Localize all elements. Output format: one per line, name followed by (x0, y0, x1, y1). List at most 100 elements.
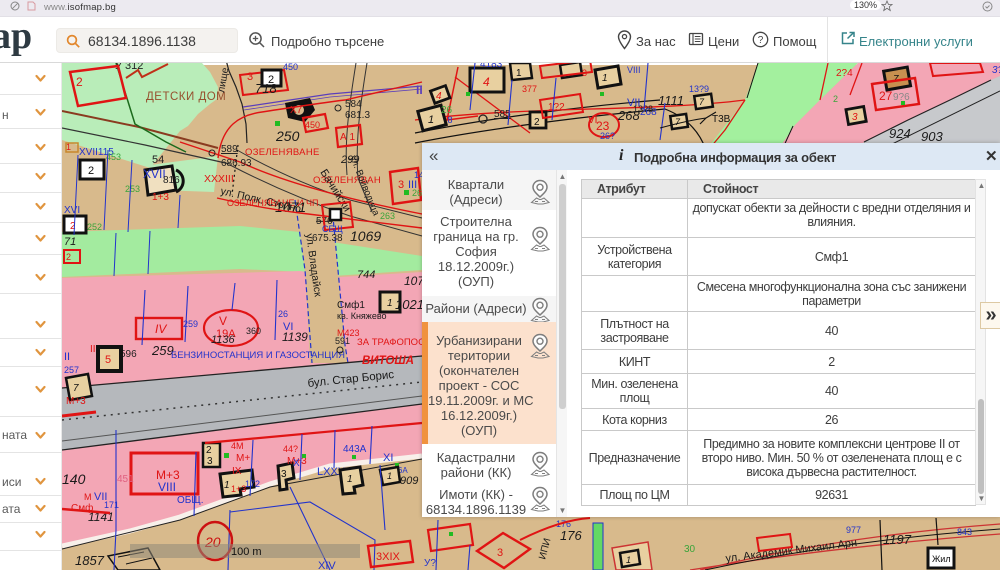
svg-text:977: 977 (846, 525, 861, 535)
svg-text:ОЗЕЛЕНЯВАНЕ: ОЗЕЛЕНЯВАНЕ (245, 147, 320, 158)
svg-text:27: 27 (879, 89, 893, 103)
svg-text:377: 377 (522, 84, 537, 94)
svg-text:2: 2 (76, 75, 83, 89)
svg-text:1: 1 (347, 474, 353, 485)
svg-text:3XIX: 3XIX (376, 551, 401, 563)
svg-text:443А: 443А (343, 444, 367, 455)
svg-text:5: 5 (105, 354, 111, 366)
svg-text:1: 1 (387, 298, 393, 309)
svg-text:30: 30 (684, 544, 696, 555)
svg-text:140: 140 (62, 471, 86, 487)
svg-text:X: X (293, 458, 300, 469)
svg-text:VIII: VIII (158, 480, 176, 494)
svg-text:584: 584 (345, 99, 362, 110)
svg-text:3: 3 (247, 71, 253, 83)
svg-text:Т3В: Т3В (712, 114, 731, 125)
svg-text:2?4: 2?4 (836, 68, 853, 79)
svg-text:БЕНЗИНОСТАНЦИЯ И ГАЗОСТАНЦИЯ: БЕНЗИНОСТАНЦИЯ И ГАЗОСТАНЦИЯ (171, 350, 345, 361)
svg-text:26?: 26? (600, 131, 615, 141)
svg-text:250: 250 (275, 128, 300, 144)
svg-text:1069: 1069 (350, 228, 381, 244)
svg-text:4М: 4М (231, 441, 244, 451)
svg-text:257: 257 (64, 365, 79, 375)
svg-text:IX: IX (232, 466, 242, 477)
svg-text:3: 3 (852, 112, 858, 123)
svg-text:450: 450 (283, 63, 298, 72)
svg-text:3?: 3? (992, 65, 1000, 76)
svg-text:XI: XI (383, 452, 393, 464)
svg-text:Жил: Жил (932, 554, 951, 564)
svg-text:1: 1 (602, 73, 608, 84)
svg-text:2: 2 (833, 94, 838, 104)
svg-text:451: 451 (117, 474, 134, 485)
svg-text:М+3: М+3 (66, 396, 86, 407)
svg-text:VIII: VIII (627, 65, 641, 75)
svg-text:263: 263 (380, 211, 395, 221)
svg-text:681.3: 681.3 (345, 110, 370, 121)
svg-text:СБЩ: СБЩ (322, 224, 343, 234)
svg-text:1139: 1139 (282, 330, 308, 344)
svg-text:3: 3 (398, 179, 404, 191)
svg-text:?: ? (758, 35, 764, 46)
svg-text:924: 924 (889, 126, 911, 141)
svg-text:II: II (416, 83, 423, 97)
svg-text:718: 718 (255, 81, 277, 96)
svg-text:1?2: 1?2 (548, 102, 565, 113)
svg-text:ЗА ТРАФОПОС: ЗА ТРАФОПОС (357, 337, 425, 348)
svg-text:299: 299 (340, 154, 359, 166)
svg-text:4: 4 (436, 91, 442, 102)
svg-text:ДЕТСКИ ДОМ: ДЕТСКИ ДОМ (146, 91, 226, 103)
svg-text:А 1: А 1 (340, 132, 355, 143)
svg-text:ОБЩ.: ОБЩ. (177, 495, 204, 506)
svg-text:744: 744 (357, 269, 375, 281)
svg-text:172: 172 (245, 479, 260, 489)
svg-text:1: 1 (224, 480, 230, 491)
svg-text:XVI: XVI (64, 205, 80, 216)
svg-text:253: 253 (125, 184, 140, 194)
svg-text:171: 171 (104, 500, 119, 510)
svg-text:843: 843 (957, 527, 972, 537)
svg-text:1021: 1021 (395, 297, 424, 312)
svg-text:54: 54 (152, 154, 164, 166)
svg-text:675.38: 675.38 (312, 233, 343, 244)
svg-text:1857: 1857 (75, 553, 105, 568)
svg-text:26: 26 (278, 309, 288, 319)
svg-text:13?9: 13?9 (689, 84, 709, 94)
svg-text:71: 71 (64, 236, 76, 248)
svg-text:XXXIII: XXXIII (204, 173, 234, 185)
svg-text:176: 176 (560, 528, 582, 543)
svg-text:909: 909 (400, 475, 418, 487)
svg-text:Смф1: Смф1 (337, 299, 365, 311)
svg-text:V: V (219, 314, 227, 328)
svg-text:У?: У? (424, 558, 436, 569)
svg-text:1+3: 1+3 (231, 484, 246, 494)
svg-text:589: 589 (221, 144, 238, 155)
svg-text:591: 591 (335, 336, 350, 346)
svg-text:1111: 1111 (658, 93, 684, 108)
svg-text:450: 450 (305, 120, 320, 130)
svg-text:26: 26 (441, 105, 453, 116)
svg-text:1: 1 (387, 471, 392, 481)
svg-text:7: 7 (73, 383, 79, 394)
svg-text:686.93: 686.93 (221, 158, 252, 169)
svg-text:1136: 1136 (211, 334, 236, 346)
svg-text:2: 2 (206, 445, 212, 456)
svg-text:кв. Княжево: кв. Княжево (337, 311, 387, 321)
svg-text:1197: 1197 (883, 532, 912, 547)
svg-text:4: 4 (483, 75, 490, 89)
svg-text:13?8: 13?8 (633, 104, 653, 114)
svg-text:3: 3 (207, 456, 213, 467)
svg-text:903: 903 (921, 129, 943, 144)
svg-text:3: 3 (497, 547, 503, 559)
svg-text:816: 816 (163, 175, 180, 186)
svg-text:1: 1 (428, 114, 434, 126)
svg-text:II: II (64, 351, 70, 363)
svg-text:1: 1 (516, 68, 522, 79)
svg-text:2: 2 (66, 252, 71, 262)
svg-text:360: 360 (246, 326, 261, 336)
svg-text:252: 252 (87, 222, 102, 232)
svg-text:4183: 4183 (480, 63, 503, 70)
svg-text:100 m: 100 m (231, 546, 262, 558)
svg-text:2: 2 (88, 165, 94, 177)
svg-text:IV: IV (155, 322, 167, 336)
